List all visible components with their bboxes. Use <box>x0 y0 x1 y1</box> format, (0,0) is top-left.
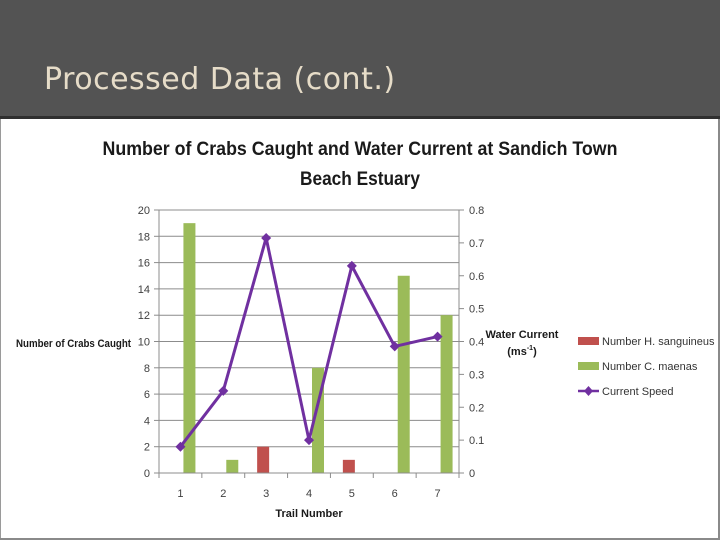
x-tick-label: 6 <box>392 488 398 500</box>
y2-tick-label: 0.2 <box>469 402 484 414</box>
y2-tick-label: 0.5 <box>469 304 484 316</box>
bar-c-maenas <box>440 315 453 473</box>
legend-swatch-c-maenas <box>578 362 599 370</box>
bar-h-sanguineus <box>257 446 270 473</box>
legend: Number H. sanguineus Number C. maenas Cu… <box>578 336 715 398</box>
y-tick-label: 12 <box>138 310 150 322</box>
y2-tick-label: 0.7 <box>469 238 484 250</box>
current-speed-marker <box>261 232 272 243</box>
bar-h-sanguineus <box>342 459 355 473</box>
legend-marker-current-speed <box>584 386 593 396</box>
y-tick-label: 4 <box>144 415 150 427</box>
chart-title-line-1: Number of Crabs Caught and Water Current… <box>103 139 618 160</box>
y2-tick-label: 0 <box>469 468 475 480</box>
x-tick-label: 5 <box>349 488 355 500</box>
chart-title-line-2: Beach Estuary <box>300 169 420 190</box>
y-tick-label: 14 <box>138 284 150 296</box>
y-axis-label: Number of Crabs Caught <box>16 338 131 350</box>
legend-label-current-speed: Current Speed <box>602 386 674 398</box>
chart-svg: Number of Crabs Caught and Water Current… <box>16 139 715 520</box>
y-tick-label: 18 <box>138 231 150 243</box>
legend-label-h-sanguineus: Number H. sanguineus <box>602 336 715 348</box>
legend-label-c-maenas: Number C. maenas <box>602 361 698 373</box>
legend-swatch-h-sanguineus <box>578 337 599 345</box>
gridlines <box>159 209 459 448</box>
bar-c-maenas <box>226 459 239 473</box>
y-tick-label: 0 <box>144 468 150 480</box>
y2-tick-label: 0.6 <box>469 271 484 283</box>
x-tick-label: 3 <box>263 488 269 500</box>
x-axis-label: Trail Number <box>275 508 343 520</box>
y-tick-label: 20 <box>138 205 150 217</box>
y2-tick-label: 0.3 <box>469 369 484 381</box>
y2-axis-unit: (ms-1) <box>507 345 537 358</box>
y2-tick-label: 0.4 <box>469 337 484 349</box>
y-tick-label: 8 <box>144 363 150 375</box>
y2-tick-label: 0.1 <box>469 435 484 447</box>
y2-tick-label: 0.8 <box>469 205 484 217</box>
y2-axis-label: Water Current <box>486 329 559 341</box>
y-tick-label: 6 <box>144 389 150 401</box>
y-tick-label: 2 <box>144 442 150 454</box>
bars <box>183 223 453 473</box>
x-tick-label: 1 <box>177 488 183 500</box>
y-tick-label: 16 <box>138 258 150 270</box>
x-tick-label: 2 <box>220 488 226 500</box>
y-tick-label: 10 <box>138 337 150 349</box>
x-tick-label: 7 <box>435 488 441 500</box>
x-tick-label: 4 <box>306 488 312 500</box>
bar-c-maenas <box>397 275 410 473</box>
